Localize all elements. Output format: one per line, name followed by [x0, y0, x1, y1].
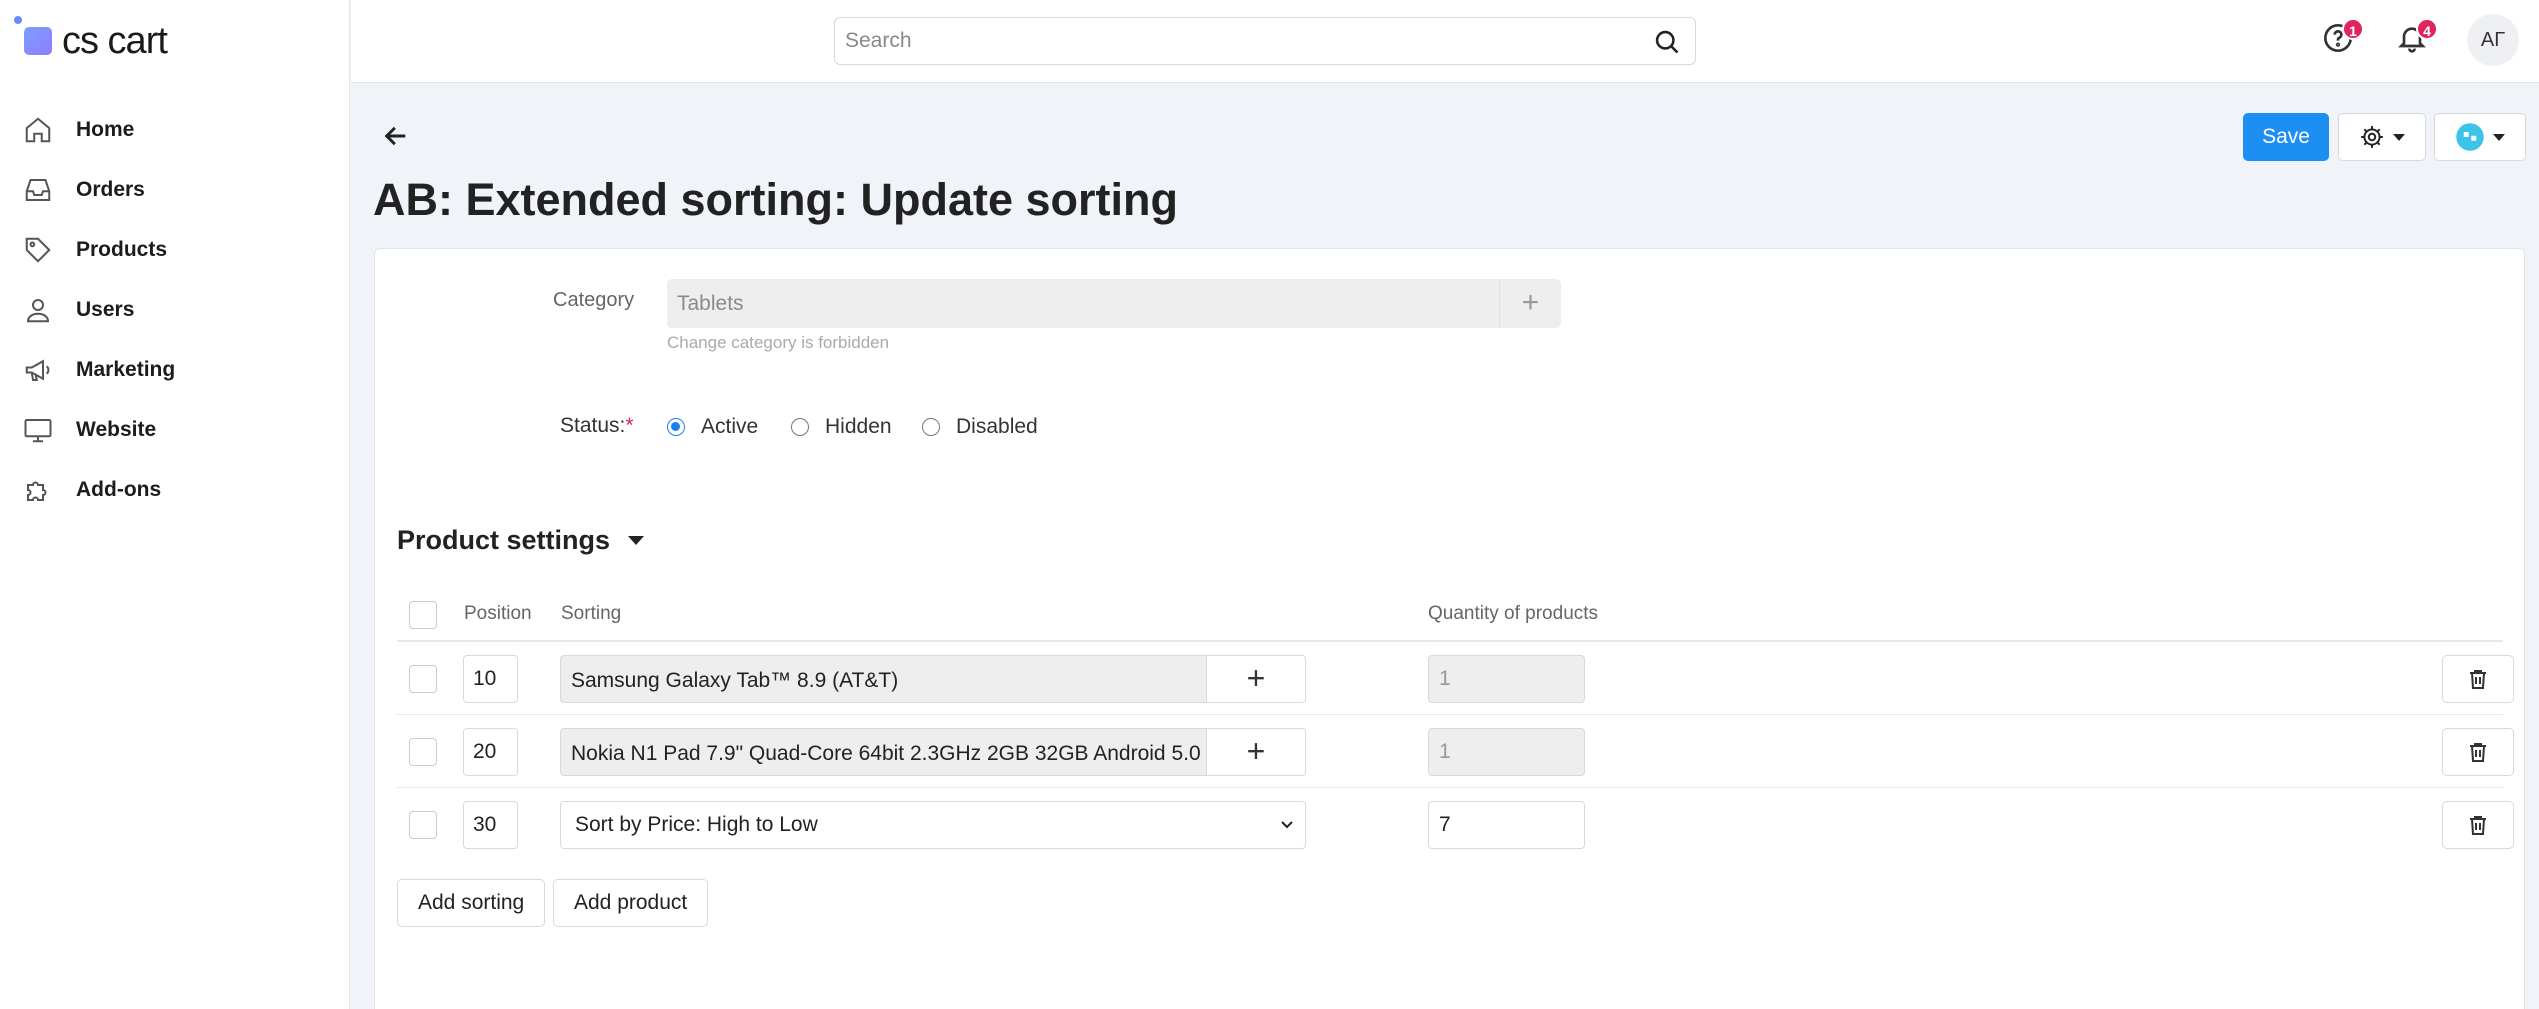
trash-icon [2470, 670, 2486, 689]
puzzle-icon [22, 474, 54, 506]
column-header-quantity: Quantity of products [1428, 603, 1599, 624]
settings-dropdown-button[interactable] [2338, 113, 2426, 161]
settings-card: Category Tablets + Change category is fo… [374, 248, 2525, 1009]
delete-row-button[interactable] [2442, 655, 2514, 703]
quantity-input[interactable]: 7 [1428, 801, 1585, 849]
logo-mark-icon [24, 27, 52, 55]
sorting-select-value: Sort by Price: High to Low [575, 813, 818, 836]
monitor-icon [22, 414, 54, 446]
search-box [834, 17, 1696, 65]
product-name: Samsung Galaxy Tab™ 8.9 (AT&T) [571, 669, 899, 692]
sidebar-item-website[interactable]: Website [0, 400, 349, 460]
position-input[interactable]: 10 [463, 655, 518, 703]
add-product-button[interactable]: Add product [553, 879, 709, 927]
product-name: Nokia N1 Pad 7.9" Quad-Core 64bit 2.3GHz… [571, 742, 1201, 765]
sidebar-item-home[interactable]: Home [0, 100, 349, 160]
add-sorting-button[interactable]: Add sorting [397, 879, 546, 927]
radio-button [791, 418, 809, 436]
category-hint: Change category is forbidden [667, 333, 890, 352]
table-row: 30 Sort by Price: High to Low 7 [397, 788, 2514, 861]
sorting-select[interactable]: Sort by Price: High to Low [560, 801, 1306, 849]
inbox-icon [22, 174, 54, 206]
category-value: Tablets [677, 292, 744, 315]
search-input[interactable] [835, 18, 1695, 64]
gear-icon [2361, 126, 2383, 148]
arrow-left-icon [384, 126, 406, 146]
avatar[interactable]: АГ [2467, 14, 2519, 66]
sidebar-item-label: Home [76, 118, 135, 141]
radio-label: Disabled [956, 415, 1038, 438]
search-icon[interactable] [1653, 28, 1681, 56]
status-radio-hidden[interactable]: Hidden [791, 415, 892, 439]
logo-text: cs cart [62, 19, 168, 62]
row-checkbox[interactable] [409, 665, 437, 693]
choose-product-button[interactable]: + [1206, 729, 1305, 775]
back-button[interactable] [382, 122, 412, 152]
row-checkbox[interactable] [409, 738, 437, 766]
sidebar-item-add-ons[interactable]: Add-ons [0, 460, 349, 520]
product-field: Samsung Galaxy Tab™ 8.9 (AT&T) + [560, 655, 1306, 703]
trash-icon [2470, 816, 2486, 835]
sidebar-item-products[interactable]: Products [0, 220, 349, 280]
sidebar-item-label: Orders [76, 178, 145, 201]
user-icon [22, 294, 54, 326]
quantity-input: 1 [1428, 655, 1585, 703]
row-checkbox[interactable] [409, 811, 437, 839]
column-header-sorting: Sorting [561, 603, 622, 624]
radio-button-checked [667, 418, 685, 436]
notifications-button[interactable]: 4 [2396, 18, 2438, 58]
delete-row-button[interactable] [2442, 801, 2514, 849]
storefront-dropdown-button[interactable] [2434, 113, 2526, 161]
sidebar-item-users[interactable]: Users [0, 280, 349, 340]
required-mark: * [625, 414, 634, 437]
add-category-icon: + [1499, 279, 1561, 328]
sidebar-item-label: Website [76, 418, 157, 441]
product-settings-toggle[interactable]: Product settings [397, 525, 645, 556]
status-label: Status:* [560, 414, 634, 437]
table-row: 10 Samsung Galaxy Tab™ 8.9 (AT&T) + 1 [397, 642, 2514, 715]
position-input[interactable]: 30 [463, 801, 518, 849]
sidebar-item-label: Add-ons [76, 478, 162, 501]
category-field: Tablets + [667, 279, 1561, 328]
radio-label: Hidden [825, 415, 892, 438]
radio-label: Active [701, 415, 759, 438]
table-header: Position Sorting Quantity of products [397, 589, 2503, 642]
tag-icon [22, 234, 54, 266]
help-badge: 1 [2342, 18, 2364, 40]
position-input[interactable]: 20 [463, 728, 518, 776]
radio-button [922, 418, 940, 436]
trash-icon [2470, 743, 2486, 762]
product-field: Nokia N1 Pad 7.9" Quad-Core 64bit 2.3GHz… [560, 728, 1306, 776]
chevron-down-icon [2493, 133, 2505, 141]
status-radio-disabled[interactable]: Disabled [922, 415, 1038, 439]
sidebar-item-label: Users [76, 298, 135, 321]
save-button[interactable]: Save [2243, 113, 2329, 161]
notifications-badge: 4 [2416, 18, 2438, 40]
choose-product-button[interactable]: + [1206, 656, 1305, 702]
sidebar-item-orders[interactable]: Orders [0, 160, 349, 220]
table-row: 20 Nokia N1 Pad 7.9" Quad-Core 64bit 2.3… [397, 715, 2514, 788]
top-bar: 1 4 АГ [351, 0, 2539, 83]
select-all-checkbox[interactable] [409, 601, 437, 629]
sidebar-item-label: Products [76, 238, 168, 261]
chevron-down-icon [1281, 821, 1293, 829]
sidebar-item-marketing[interactable]: Marketing [0, 340, 349, 400]
section-title: Product settings [397, 525, 611, 555]
help-button[interactable]: 1 [2322, 18, 2364, 58]
cs-cart-logo[interactable]: cs cart [14, 16, 168, 66]
delete-row-button[interactable] [2442, 728, 2514, 776]
page-title: AB: Extended sorting: Update sorting [373, 174, 1179, 225]
main-nav: Home Orders Products Users Marketing Web… [0, 100, 349, 520]
category-label: Category [553, 289, 635, 311]
sidebar: cs cart Home Orders Products Users Marke… [0, 0, 350, 1009]
megaphone-icon [22, 354, 54, 386]
sidebar-item-label: Marketing [76, 358, 176, 381]
status-radio-active[interactable]: Active [667, 415, 758, 439]
storefront-icon [2456, 123, 2484, 151]
chevron-down-icon [2393, 133, 2405, 141]
column-header-position: Position [464, 603, 532, 624]
quantity-input: 1 [1428, 728, 1585, 776]
home-icon [22, 114, 54, 146]
caret-down-icon [628, 536, 645, 545]
